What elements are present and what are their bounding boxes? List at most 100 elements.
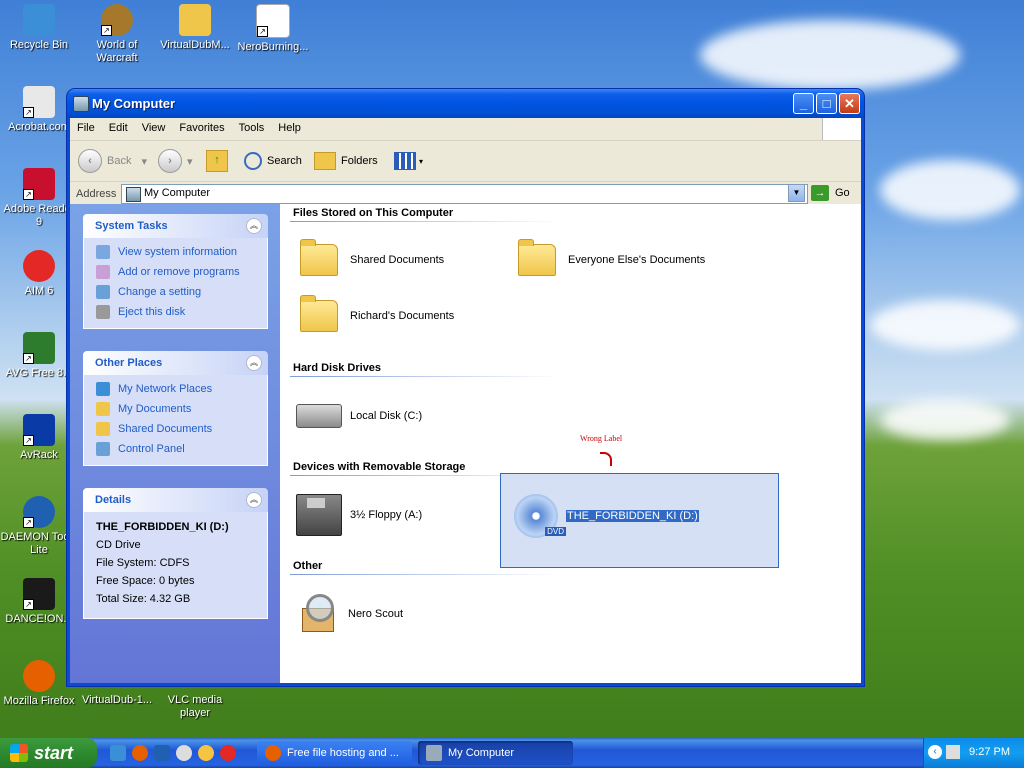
wow-icon: ↗ — [101, 4, 133, 36]
cloud — [880, 400, 1010, 440]
details-filesystem: File System: CDFS — [96, 557, 190, 569]
menu-file[interactable]: File — [70, 118, 102, 134]
details-total-size: Total Size: 4.32 GB — [96, 593, 191, 605]
folder-icon — [300, 239, 338, 276]
up-button[interactable]: ↑ — [206, 148, 228, 174]
address-dropdown-button[interactable]: ▼ — [788, 184, 805, 202]
file-list: Files Stored on This Computer Shared Doc… — [280, 204, 861, 683]
folder-icon — [179, 4, 211, 36]
avg-icon: ↗ — [23, 332, 55, 364]
messenger-icon[interactable] — [198, 745, 214, 761]
link-my-documents[interactable]: My Documents — [96, 399, 267, 419]
chevron-left-icon[interactable]: ‹ — [928, 745, 942, 759]
other-places-body: My Network Places My Documents Shared Do… — [83, 375, 268, 466]
forward-dropdown-icon[interactable]: ▾ — [187, 155, 193, 168]
desktop-icon-virtualdub[interactable]: VirtualDub-1... — [78, 694, 156, 707]
views-dropdown-icon: ▾ — [419, 156, 424, 166]
desktop-icon-virtualdubm[interactable]: VirtualDubM... — [156, 4, 234, 52]
search-button[interactable]: Search — [244, 148, 302, 174]
desktop-icon-recycle-bin[interactable]: Recycle Bin — [0, 4, 78, 52]
item-shared-documents[interactable]: Shared Documents — [300, 239, 444, 276]
windows-flag-icon — [822, 118, 861, 140]
desktop-icon-nero[interactable]: ↗ NeroBurning... — [234, 4, 312, 54]
item-everyone-elses-documents[interactable]: Everyone Else's Documents — [518, 239, 705, 276]
avrack-icon: ↗ — [23, 414, 55, 446]
address-input[interactable]: My Computer — [121, 184, 808, 204]
item-richards-documents[interactable]: Richard's Documents — [300, 295, 454, 332]
pdf-icon: ↗ — [256, 4, 290, 38]
recycle-bin-icon — [23, 4, 55, 36]
maximize-button[interactable]: □ — [816, 93, 837, 114]
start-button[interactable]: start — [0, 738, 97, 768]
details-name: THE_FORBIDDEN_KI (D:) — [96, 521, 229, 533]
desktop-icon-wow[interactable]: ↗ World of Warcraft — [78, 4, 156, 65]
annotation-arrow — [600, 452, 612, 466]
back-button[interactable]: ‹ Back ▾ — [78, 148, 147, 174]
menu-tools[interactable]: Tools — [232, 118, 272, 134]
back-dropdown-icon[interactable]: ▾ — [141, 155, 147, 168]
clock[interactable]: 9:27 PM — [969, 746, 1010, 758]
media-player-icon[interactable] — [176, 745, 192, 761]
minimize-button[interactable]: _ — [793, 93, 814, 114]
collapse-icon[interactable]: ︽ — [246, 218, 262, 234]
system-tasks-body: View system information Add or remove pr… — [83, 238, 268, 329]
task-pane: System Tasks ︽ View system information A… — [70, 204, 280, 683]
title-bar[interactable]: My Computer _ □ ✕ — [67, 89, 864, 118]
details-free-space: Free Space: 0 bytes — [96, 575, 195, 587]
network-icon — [96, 382, 110, 396]
address-label: Address — [76, 188, 117, 200]
documents-folder-icon — [96, 402, 110, 416]
task-firefox[interactable]: Free file hosting and ... — [257, 741, 412, 765]
my-computer-window: My Computer _ □ ✕ File Edit View Favorites T… — [67, 89, 864, 686]
menu-help[interactable]: Help — [271, 118, 308, 134]
group-divider — [290, 574, 560, 575]
menu-favorites[interactable]: Favorites — [172, 118, 231, 134]
firefox-icon[interactable] — [132, 745, 148, 761]
ie-icon[interactable] — [110, 745, 126, 761]
content-area: System Tasks ︽ View system information A… — [70, 204, 861, 683]
system-tray: ‹ 9:27 PM — [923, 738, 1024, 768]
task-my-computer[interactable]: My Computer — [418, 741, 573, 765]
danceon-icon: ↗ — [23, 578, 55, 610]
item-local-disk-c[interactable]: Local Disk (C:) — [296, 404, 422, 428]
collapse-icon[interactable]: ︽ — [246, 492, 262, 508]
item-floppy-a[interactable]: 3½ Floppy (A:) — [296, 494, 422, 536]
aim-icon[interactable] — [220, 745, 236, 761]
item-dvd-d[interactable]: DVD THE_FORBIDDEN_KI (D:) — [514, 494, 699, 538]
system-tasks-header[interactable]: System Tasks ︽ — [83, 214, 268, 238]
folder-icon — [518, 239, 556, 276]
nero-scout-icon — [296, 592, 340, 636]
other-places-header[interactable]: Other Places ︽ — [83, 351, 268, 375]
go-button[interactable]: → Go — [811, 185, 850, 201]
link-add-remove-programs[interactable]: Add or remove programs — [96, 262, 267, 282]
link-change-setting[interactable]: Change a setting — [96, 282, 267, 302]
firefox-icon — [23, 660, 55, 692]
link-control-panel[interactable]: Control Panel — [96, 439, 267, 459]
annotation-wrong-label: Wrong Label — [580, 434, 623, 443]
quicklaunch-icon[interactable] — [154, 745, 170, 761]
link-my-network-places[interactable]: My Network Places — [96, 379, 267, 399]
control-panel-icon — [96, 285, 110, 299]
cloud — [870, 300, 1020, 350]
adobe-reader-icon: ↗ — [23, 168, 55, 200]
link-view-system-information[interactable]: View system information — [96, 242, 267, 262]
menu-edit[interactable]: Edit — [102, 118, 135, 134]
desktop-icon-vlc[interactable]: VLC media player — [156, 694, 234, 720]
collapse-icon[interactable]: ︽ — [246, 355, 262, 371]
views-button[interactable]: ▾ — [394, 148, 423, 174]
menu-bar: File Edit View Favorites Tools Help — [70, 118, 861, 141]
link-shared-documents[interactable]: Shared Documents — [96, 419, 267, 439]
details-header[interactable]: Details ︽ — [83, 488, 268, 512]
item-nero-scout[interactable]: Nero Scout — [296, 592, 403, 636]
dvd-label: THE_FORBIDDEN_KI (D:) — [566, 510, 699, 522]
close-button[interactable]: ✕ — [839, 93, 860, 114]
add-remove-programs-icon — [96, 265, 110, 279]
folders-icon — [314, 152, 336, 170]
folders-button[interactable]: Folders — [314, 148, 378, 174]
tray-icon[interactable] — [946, 745, 960, 759]
forward-button[interactable]: › ▾ — [158, 148, 193, 174]
group-divider — [290, 376, 560, 377]
link-eject-disk[interactable]: Eject this disk — [96, 302, 267, 322]
menu-view[interactable]: View — [135, 118, 173, 134]
folder-icon — [300, 295, 338, 332]
